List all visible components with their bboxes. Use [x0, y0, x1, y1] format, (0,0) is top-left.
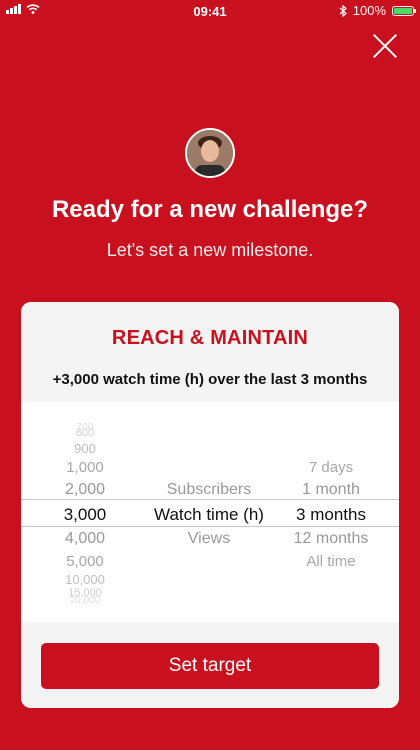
picker-selection-bottom-line — [21, 526, 399, 527]
status-right: 100% — [339, 3, 416, 18]
period-option[interactable]: All time — [271, 553, 391, 570]
battery-percent: 100% — [352, 3, 386, 18]
card-title: REACH & MAINTAIN — [111, 327, 309, 349]
period-option-selected[interactable]: 3 months — [271, 505, 391, 525]
amount-option-selected[interactable]: 3,000 — [31, 505, 139, 525]
amount-option[interactable]: 800 — [31, 427, 139, 439]
close-button[interactable] — [372, 33, 398, 59]
amount-option[interactable]: 10,000 — [31, 572, 139, 587]
headline: Ready for a new challenge? — [51, 196, 369, 223]
subheadline: Let's set a new milestone. — [106, 240, 314, 260]
period-option[interactable]: 7 days — [271, 459, 391, 476]
amount-option[interactable]: 1,000 — [31, 459, 139, 476]
milestone-description: +3,000 watch time (h) over the last 3 mo… — [52, 371, 368, 388]
amount-option[interactable]: 2,000 — [31, 481, 139, 499]
metric-option[interactable]: Subscribers — [134, 481, 284, 499]
bluetooth-icon — [339, 4, 347, 17]
amount-option[interactable]: 4,000 — [31, 530, 139, 548]
metric-option[interactable]: Views — [134, 530, 284, 548]
amount-option[interactable]: 20,000 — [31, 595, 139, 606]
avatar-image — [187, 130, 233, 176]
period-option[interactable]: 12 months — [271, 530, 391, 548]
milestone-card: REACH & MAINTAIN +3,000 watch time (h) o… — [21, 302, 399, 708]
battery-icon — [392, 5, 416, 16]
avatar — [185, 128, 235, 178]
period-option[interactable]: 1 month — [271, 481, 391, 499]
amount-option[interactable]: 900 — [31, 441, 139, 456]
status-bar: 09:41 100% — [0, 0, 420, 22]
amount-option[interactable]: 5,000 — [31, 553, 139, 570]
set-target-button[interactable]: Set target — [41, 643, 379, 689]
picker-selection-top-line — [21, 499, 399, 500]
metric-option-selected[interactable]: Watch time (h) — [134, 505, 284, 525]
card-header: REACH & MAINTAIN +3,000 watch time (h) o… — [21, 302, 399, 402]
milestone-picker[interactable]: 700 800 900 1,000 2,000 3,000 4,000 5,00… — [21, 402, 399, 622]
